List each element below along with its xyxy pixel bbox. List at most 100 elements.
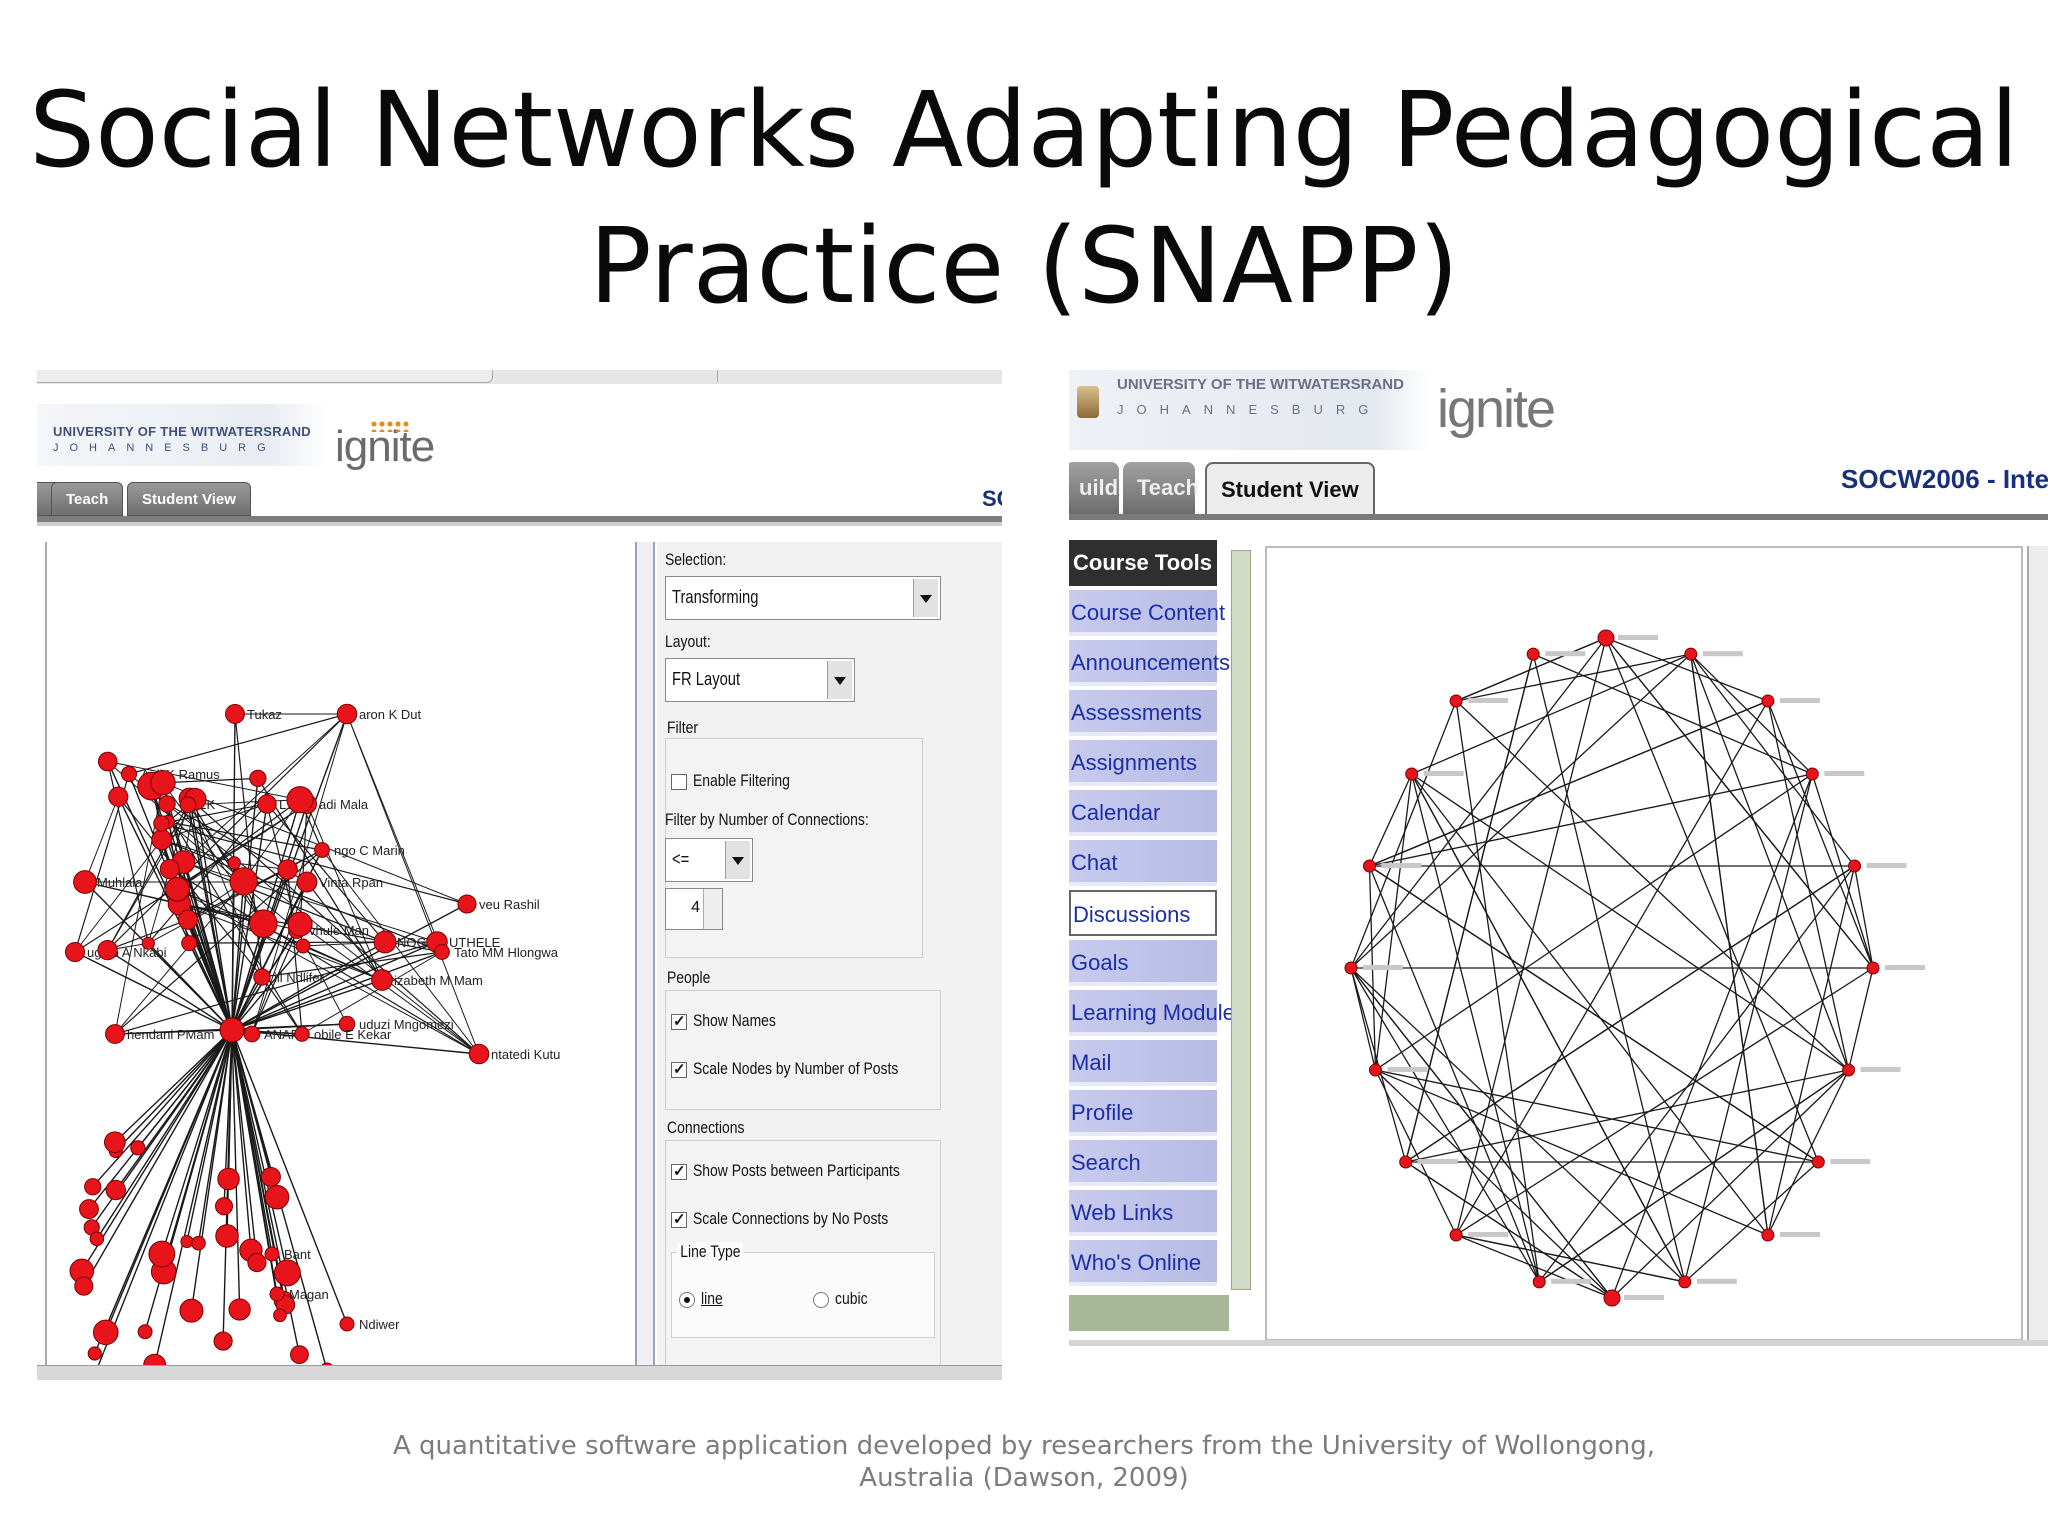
course-tools-sidebar: Course Tools Course Content Announcements… [1069,540,1246,1290]
selection-dropdown[interactable]: Transforming [665,576,941,620]
sidebar-item-profile[interactable]: Profile [1069,1090,1217,1136]
layout-dropdown[interactable]: FR Layout [665,658,855,702]
sidebar-item-assessments[interactable]: Assessments [1069,690,1217,736]
filter-label: Filter [667,718,698,737]
course-tools-title: Course Tools [1069,540,1217,586]
cubic-radio[interactable] [813,1292,829,1308]
graph-edge [81,1029,233,1272]
sidebar-item-search[interactable]: Search [1069,1140,1217,1186]
graph-node [103,1131,126,1154]
graph-node [371,969,393,991]
chevron-down-icon[interactable] [725,841,750,879]
graph-edge [1405,865,1855,1163]
sidebar-item-mail[interactable]: Mail [1069,1040,1217,1086]
graph-node-label-placeholder [1468,1231,1509,1237]
graph-node [73,870,97,894]
scale-nodes-checkbox[interactable] [671,1060,687,1078]
graph-node-label: Magan [289,1287,329,1302]
graph-node-label-placeholder [1551,1278,1592,1284]
scale-connections-checkbox[interactable] [671,1210,687,1228]
graph-node [247,1252,267,1273]
graph-node-label: Tato MM Hlongwa [454,945,559,960]
sidebar-item-who-s-online[interactable]: Who's Online [1069,1240,1217,1286]
graph-edge [1375,1069,1769,1236]
graph-node [257,794,277,814]
sidebar-item-learning-modules[interactable]: Learning Modules [1069,990,1246,1036]
graph-node [79,1199,99,1220]
sidebar-item-announcements[interactable]: Announcements [1069,640,1230,686]
snapp-screenshot-right: UNIVERSITY OF THE WITWATERSRAND JOHANNES… [1069,370,2048,1380]
spinner-buttons[interactable] [703,889,722,929]
sidebar-item-discussions[interactable]: Discussions [1069,890,1217,936]
line-radio[interactable] [679,1292,695,1308]
panel-splitter[interactable] [635,542,655,1380]
graph-node [1368,1063,1382,1077]
graph-edge [1690,653,1856,867]
chevron-down-icon[interactable] [913,579,938,617]
network-graph-right-svg [1344,629,1925,1307]
graph-node [165,876,190,902]
people-label: People [667,968,711,987]
graph-node [108,786,129,807]
right-scrollbar[interactable] [2027,546,2048,1341]
graph-node-label-placeholder [1618,635,1658,640]
graph-node [137,1324,153,1340]
sidebar-item-assignments[interactable]: Assignments [1069,740,1217,786]
sidebar-item-web-links[interactable]: Web Links [1069,1190,1217,1236]
graph-node-label-placeholder [1885,965,1925,970]
connections-label: Connections [667,1118,745,1137]
graph-node [294,1026,310,1042]
connections-number-spinner[interactable]: 4 [665,888,723,930]
chevron-down-icon[interactable] [827,661,852,699]
selection-label: Selection: [665,550,727,569]
slide-title-line-1: Social Networks Adapting Pedagogical [29,69,2019,191]
operator-dropdown[interactable]: <= [665,838,753,882]
graph-node [97,751,118,772]
graph-edge [1405,653,1534,1163]
sidebar-item-calendar[interactable]: Calendar [1069,790,1217,836]
graph-edge [1374,773,1413,1071]
graph-node-label: Bant [284,1247,311,1262]
tab-teach[interactable]: Teach [51,482,124,516]
sidebar-bottom-bar [1069,1295,1229,1331]
cubic-option-label: cubic [835,1289,868,1308]
graph-node-label: vhule Man [309,923,369,938]
graph-node [1678,1275,1692,1289]
graph-node-label: aron K Dut [359,707,422,722]
graph-node-label-placeholder [1423,771,1464,777]
tab-student-view[interactable]: Student View [127,482,251,516]
graph-edge [1455,637,1607,702]
graph-node [249,909,278,938]
graph-edge [84,796,119,883]
network-graph-left[interactable]: Tukazaron K DutAidi K RamusOBEKL AMadi M… [45,542,647,1380]
graph-node-label-placeholder [1779,698,1820,704]
tab-teach-right[interactable]: Teach [1123,462,1199,514]
graph-node [130,1140,146,1156]
sidebar-item-course-content[interactable]: Course Content [1069,590,1225,636]
graph-node [1811,1155,1825,1169]
network-graph-right[interactable] [1265,546,2023,1341]
tab-build[interactable]: uild [1069,462,1119,514]
graph-node-label: ntatedi Kutu [491,1047,560,1062]
graph-node-label-placeholder [1468,698,1509,704]
graph-node-label-placeholder [1696,1278,1737,1284]
graph-edge [1369,865,1819,1163]
graph-node [225,704,245,724]
graph-edge [306,803,383,981]
browser-tab-strip [37,370,1002,385]
graph-node [181,935,198,952]
graph-edge [1767,700,1850,1071]
sidebar-item-chat[interactable]: Chat [1069,840,1217,886]
graph-edge [1411,773,1540,1283]
graph-node [269,1286,285,1302]
university-city-right: JOHANNESBURG [1117,402,1382,417]
sidebar-item-goals[interactable]: Goals [1069,940,1217,986]
graph-node [273,1259,301,1287]
tab-student-view-right[interactable]: Student View [1205,462,1375,514]
enable-filtering-checkbox[interactable] [671,774,687,790]
graph-node [1399,1155,1413,1169]
show-posts-checkbox[interactable] [671,1162,687,1180]
sidebar-scrollbar[interactable] [1231,550,1251,1290]
graph-node-label: Ndiwer [359,1317,400,1332]
show-names-checkbox[interactable] [671,1012,687,1030]
